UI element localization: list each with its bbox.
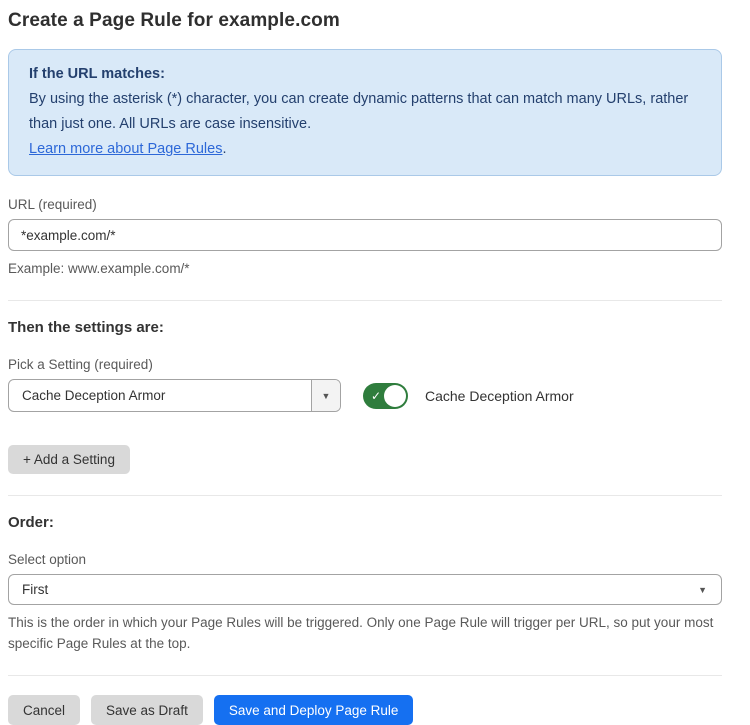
setting-select-value: Cache Deception Armor — [9, 380, 311, 411]
order-select[interactable]: First ▼ — [8, 574, 722, 605]
order-section-heading: Order: — [8, 514, 722, 531]
url-field-label: URL (required) — [8, 197, 722, 212]
check-icon: ✓ — [371, 389, 381, 403]
order-select-label: Select option — [8, 552, 722, 567]
info-box-heading: If the URL matches: — [29, 62, 701, 87]
url-input[interactable] — [8, 219, 722, 251]
link-suffix: . — [222, 141, 226, 157]
divider — [8, 495, 722, 496]
chevron-down-icon: ▼ — [322, 391, 331, 401]
setting-toggle[interactable]: ✓ — [363, 383, 408, 409]
page-title: Create a Page Rule for example.com — [8, 10, 722, 32]
cancel-button[interactable]: Cancel — [8, 695, 80, 725]
setting-picker-label: Pick a Setting (required) — [8, 357, 722, 372]
divider — [8, 300, 722, 301]
order-description: This is the order in which your Page Rul… — [8, 612, 720, 654]
order-select-value: First — [22, 582, 48, 597]
info-box-link-line: Learn more about Page Rules. — [29, 137, 701, 162]
setting-row: Cache Deception Armor ▼ ✓ Cache Deceptio… — [8, 379, 722, 412]
setting-select-arrow-button[interactable]: ▼ — [311, 380, 340, 411]
learn-more-link[interactable]: Learn more about Page Rules — [29, 141, 222, 157]
save-deploy-button[interactable]: Save and Deploy Page Rule — [214, 695, 414, 725]
url-example-text: Example: www.example.com/* — [8, 258, 722, 279]
add-setting-button[interactable]: + Add a Setting — [8, 445, 130, 474]
divider — [8, 675, 722, 676]
info-box-body: By using the asterisk (*) character, you… — [29, 87, 701, 137]
settings-section-heading: Then the settings are: — [8, 319, 722, 336]
toggle-knob — [384, 385, 406, 407]
setting-toggle-wrap: ✓ Cache Deception Armor — [363, 383, 574, 409]
setting-toggle-label: Cache Deception Armor — [425, 388, 574, 404]
page-rule-form: Create a Page Rule for example.com If th… — [8, 0, 722, 725]
setting-select[interactable]: Cache Deception Armor ▼ — [8, 379, 341, 412]
save-draft-button[interactable]: Save as Draft — [91, 695, 203, 725]
footer-actions: Cancel Save as Draft Save and Deploy Pag… — [8, 695, 722, 725]
chevron-down-icon: ▼ — [698, 585, 707, 595]
url-match-info-box: If the URL matches: By using the asteris… — [8, 49, 722, 176]
